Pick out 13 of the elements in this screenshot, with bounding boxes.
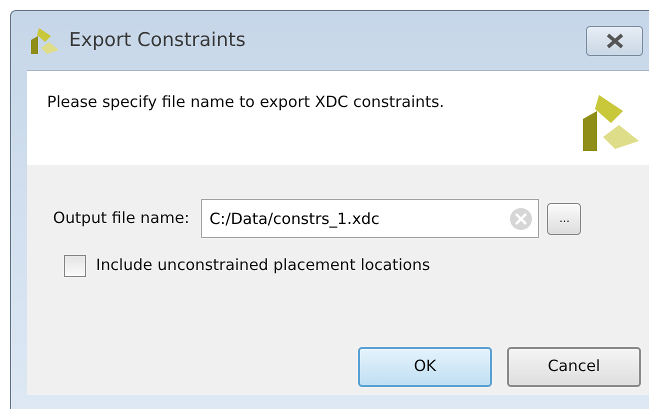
field-label: Output file name:: [53, 208, 190, 229]
checkbox-label: Include unconstrained placement locations: [96, 255, 430, 276]
cancel-button[interactable]: Cancel: [507, 347, 641, 387]
instruction-text: Please specify file name to export XDC constraints.: [47, 92, 444, 113]
checkbox[interactable]: [64, 254, 86, 277]
browse-button[interactable]: ...: [547, 202, 582, 234]
logo-icon: [29, 26, 59, 56]
window-title: Export Constraints: [69, 28, 246, 54]
close-icon: [604, 32, 624, 48]
output-file-field[interactable]: C:/Data/constrs_1.xdc: [201, 199, 540, 238]
close-button[interactable]: [586, 26, 643, 56]
ok-button[interactable]: OK: [358, 347, 492, 387]
clear-icon: [509, 207, 534, 231]
